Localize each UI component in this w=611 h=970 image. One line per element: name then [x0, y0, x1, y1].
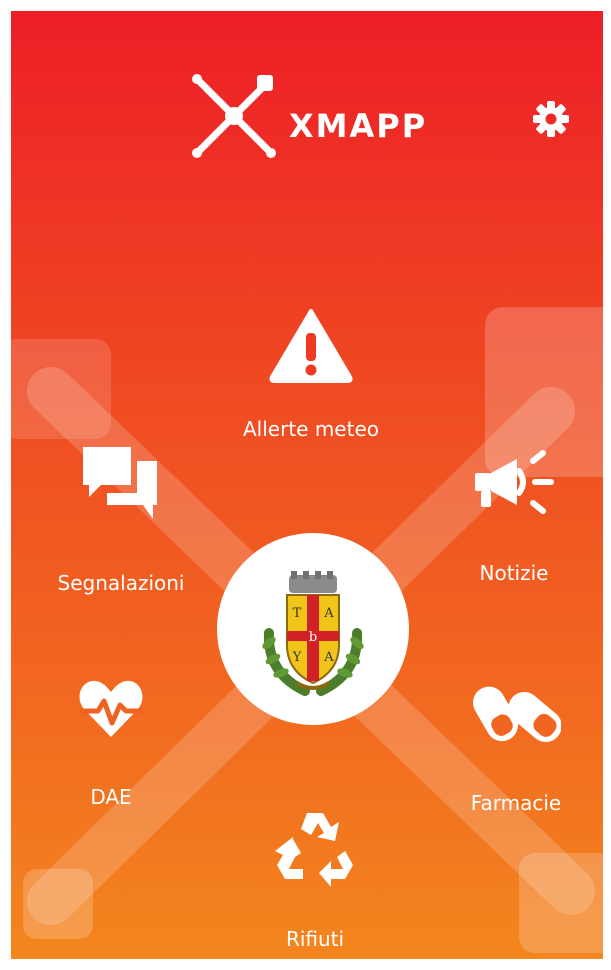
xmapp-logo: XMAPP [191, 73, 451, 173]
app-screen: XMAPP Allerte meteo Segnalazioni Notizie… [11, 11, 603, 959]
menu-notizie[interactable]: Notizie [429, 449, 599, 585]
recycle-icon [275, 813, 353, 887]
settings-button[interactable] [531, 99, 571, 139]
menu-rifiuti[interactable]: Rifiuti [245, 807, 385, 951]
menu-rifiuti-label: Rifiuti [285, 927, 345, 951]
shield-letter-y: Y [292, 650, 302, 665]
menu-dae[interactable]: DAE [41, 677, 181, 809]
shield-letter-a2: A [323, 650, 334, 665]
menu-allerte-meteo-label: Allerte meteo [243, 417, 379, 441]
gear-icon [533, 101, 569, 137]
shield-letter-t: T [293, 606, 302, 621]
menu-segnalazioni[interactable]: Segnalazioni [31, 443, 211, 595]
warning-icon [269, 309, 353, 383]
shield-letter-a: A [323, 606, 334, 621]
menu-notizie-label: Notizie [479, 561, 549, 585]
chat-icon [83, 447, 157, 519]
menu-dae-label: DAE [90, 785, 132, 809]
coat-of-arms-icon: T A b Y A [262, 571, 364, 696]
menu-allerte-meteo[interactable]: Allerte meteo [221, 307, 401, 441]
logo-text: XMAPP [289, 107, 428, 145]
megaphone-icon [475, 450, 554, 514]
menu-segnalazioni-label: Segnalazioni [57, 571, 185, 595]
menu-farmacie[interactable]: Farmacie [451, 677, 581, 815]
municipal-emblem-button[interactable]: T A b Y A [217, 533, 409, 725]
xmapp-logo-icon [192, 74, 276, 158]
heart-pulse-icon [79, 680, 143, 737]
shield-letter-b: b [309, 630, 317, 645]
pills-icon [473, 686, 561, 742]
menu-farmacie-label: Farmacie [470, 791, 562, 815]
